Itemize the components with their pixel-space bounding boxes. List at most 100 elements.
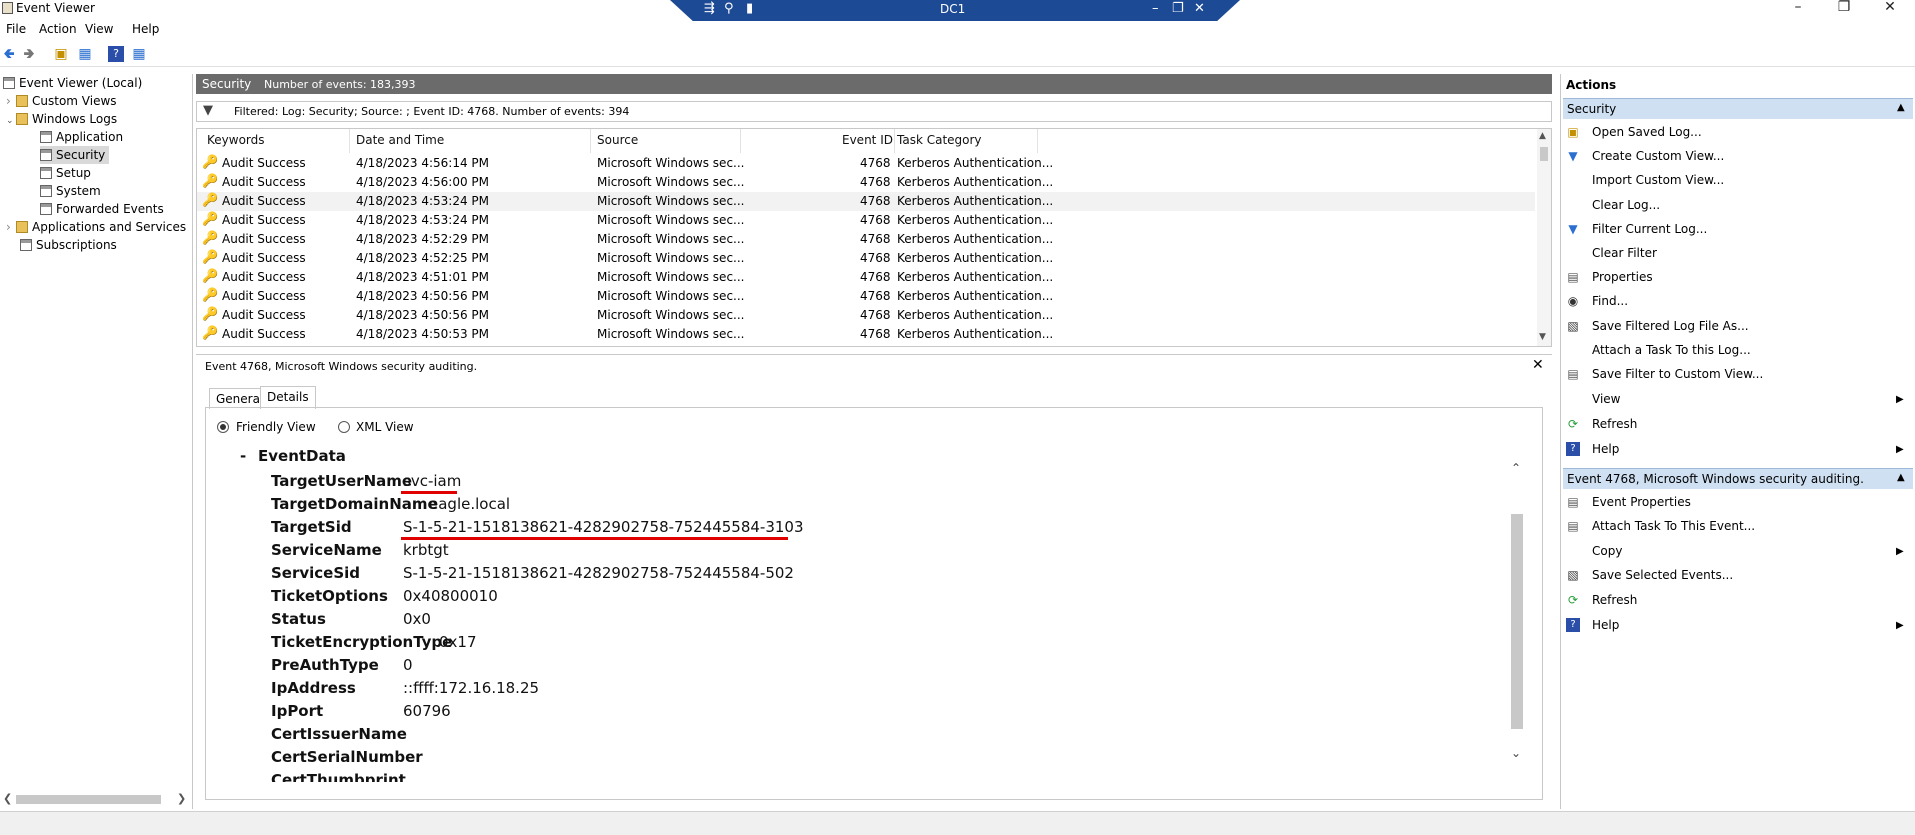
folder-icon (16, 95, 28, 107)
show-hide-tree-icon[interactable]: ▦ (77, 46, 93, 62)
scroll-down-icon[interactable]: ▼ (1539, 332, 1546, 342)
action-create-custom-view[interactable]: Create Custom View... (1592, 146, 1724, 166)
close-button[interactable]: ✕ (1867, 0, 1913, 16)
action-clear-filter[interactable]: Clear Filter (1592, 243, 1657, 263)
scroll-left-icon[interactable]: ❮ (3, 792, 12, 805)
lock-icon[interactable]: ⚲ (724, 1, 734, 16)
menu-view[interactable]: View (85, 22, 113, 36)
scrollbar-thumb[interactable] (1511, 514, 1523, 729)
tree-horizontal-scrollbar[interactable]: ❮ ❯ (0, 790, 190, 808)
table-row[interactable]: 🔑 Audit Success 4/18/2023 4:52:25 PM Mic… (197, 249, 1535, 268)
chevron-right-icon[interactable]: › (6, 218, 16, 236)
column-divider[interactable] (349, 129, 350, 153)
action-save-filtered-log-file-as[interactable]: Save Filtered Log File As... (1592, 316, 1749, 336)
action-refresh-event[interactable]: Refresh (1592, 590, 1637, 610)
help-icon[interactable]: ? (108, 46, 124, 62)
action-import-custom-view[interactable]: Import Custom View... (1592, 170, 1724, 190)
maximize-button[interactable]: ❐ (1821, 0, 1867, 16)
xml-view-radio[interactable] (338, 421, 350, 433)
tree-item-security[interactable]: Security (40, 146, 110, 164)
collapse-up-icon[interactable]: ▲ (1897, 102, 1905, 113)
action-open-saved-log[interactable]: Open Saved Log... (1592, 122, 1702, 142)
column-divider[interactable] (894, 129, 895, 153)
tree-item-custom-views[interactable]: › Custom Views (6, 92, 117, 110)
scroll-up-icon[interactable]: ▲ (1539, 131, 1546, 141)
action-attach-task-to-event[interactable]: Attach Task To This Event... (1592, 516, 1755, 536)
back-arrow-icon[interactable]: 🢀 (1, 46, 17, 62)
menu-action[interactable]: Action (39, 22, 77, 36)
tree-item-windows-logs[interactable]: ⌄ Windows Logs (6, 110, 117, 128)
column-header-keywords[interactable]: Keywords (207, 133, 265, 147)
actions-section-event[interactable]: Event 4768, Microsoft Windows security a… (1563, 468, 1913, 489)
action-attach-task-to-log[interactable]: Attach a Task To this Log... (1592, 340, 1751, 360)
menu-file[interactable]: File (6, 22, 26, 36)
log-name: Security (202, 77, 252, 91)
action-view[interactable]: View (1592, 389, 1620, 409)
table-row[interactable]: 🔑 Audit Success 4/18/2023 4:56:14 PM Mic… (197, 154, 1535, 173)
tree-item-subscriptions[interactable]: Subscriptions (20, 236, 117, 254)
scroll-up-icon[interactable]: ⌃ (1511, 461, 1521, 475)
xml-view-label[interactable]: XML View (356, 420, 414, 434)
toolbar (0, 44, 1915, 67)
action-event-properties[interactable]: Event Properties (1592, 492, 1691, 512)
column-divider[interactable] (1037, 129, 1038, 153)
table-row[interactable]: 🔑 Audit Success 4/18/2023 4:52:29 PM Mic… (197, 230, 1535, 249)
action-save-selected-events[interactable]: Save Selected Events... (1592, 565, 1733, 585)
table-row[interactable]: 🔑 Audit Success 4/18/2023 4:50:56 PM Mic… (197, 306, 1535, 325)
actions-section-security[interactable]: Security ▲ (1563, 98, 1913, 119)
tree-item-system[interactable]: System (40, 182, 101, 200)
scrollbar-thumb[interactable] (1540, 147, 1548, 161)
tree-item-setup[interactable]: Setup (40, 164, 91, 182)
action-find[interactable]: Find... (1592, 291, 1628, 311)
grid-vertical-scrollbar[interactable]: ▲ ▼ (1537, 129, 1551, 346)
action-help[interactable]: Help (1592, 439, 1619, 459)
friendly-view-radio[interactable] (217, 421, 229, 433)
action-help-event[interactable]: Help (1592, 615, 1619, 635)
menu-help[interactable]: Help (132, 22, 159, 36)
collapse-up-icon[interactable]: ▲ (1897, 472, 1905, 483)
tree-item-applications-and-services[interactable]: › Applications and Services Lo (6, 218, 190, 236)
action-properties[interactable]: Properties (1592, 267, 1653, 287)
scroll-down-icon[interactable]: ⌄ (1511, 746, 1521, 760)
field-value: 0 (403, 656, 413, 674)
table-row[interactable]: 🔑 Audit Success 4/18/2023 4:53:24 PM Mic… (197, 211, 1535, 230)
column-header-event-id[interactable]: Event ID (842, 133, 893, 147)
chevron-down-icon[interactable]: ⌄ (6, 112, 16, 130)
open-folder-icon[interactable]: ▣ (53, 46, 69, 62)
action-save-filter-to-custom-view[interactable]: Save Filter to Custom View... (1592, 364, 1763, 384)
action-copy[interactable]: Copy (1592, 541, 1622, 561)
rdp-minimize-icon[interactable]: – (1152, 1, 1159, 16)
rdp-close-icon[interactable]: ✕ (1194, 1, 1205, 16)
minimize-button[interactable]: – (1775, 0, 1821, 16)
collapse-toggle[interactable]: - (240, 447, 246, 465)
tree-item-event-viewer-local[interactable]: Event Viewer (Local) (3, 74, 142, 92)
action-refresh[interactable]: Refresh (1592, 414, 1637, 434)
column-divider[interactable] (740, 129, 741, 153)
table-row-selected[interactable]: 🔑 Audit Success 4/18/2023 4:53:24 PM Mic… (197, 192, 1535, 211)
table-row[interactable]: 🔑 Audit Success 4/18/2023 4:50:53 PM Mic… (197, 325, 1535, 344)
chevron-right-icon[interactable]: › (6, 92, 16, 110)
close-icon[interactable]: ✕ (1532, 357, 1544, 373)
show-hide-action-pane-icon[interactable]: ▦ (131, 46, 147, 62)
table-row[interactable]: 🔑 Audit Success 4/18/2023 4:50:56 PM Mic… (197, 287, 1535, 306)
action-filter-current-log[interactable]: Filter Current Log... (1592, 219, 1707, 239)
tree-item-application[interactable]: Application (40, 128, 123, 146)
tree-item-forwarded-events[interactable]: Forwarded Events (40, 200, 164, 218)
signal-icon[interactable]: ▮ (746, 1, 753, 16)
scroll-right-icon[interactable]: ❯ (177, 792, 186, 805)
table-row[interactable]: 🔑 Audit Success 4/18/2023 4:56:00 PM Mic… (197, 173, 1535, 192)
rdp-restore-icon[interactable]: ❐ (1172, 1, 1184, 16)
column-header-date-and-time[interactable]: Date and Time (356, 133, 444, 147)
column-divider[interactable] (590, 129, 591, 153)
friendly-view-label[interactable]: Friendly View (236, 420, 316, 434)
column-header-source[interactable]: Source (597, 133, 638, 147)
pin-icon[interactable]: ⇶ (704, 1, 715, 16)
action-clear-log[interactable]: Clear Log... (1592, 195, 1660, 215)
table-row[interactable]: 🔑 Audit Success 4/18/2023 4:51:01 PM Mic… (197, 268, 1535, 287)
refresh-icon: ⟳ (1567, 417, 1579, 431)
scrollbar-thumb[interactable] (16, 795, 161, 804)
forward-arrow-icon[interactable]: 🢂 (21, 46, 37, 62)
tab-details[interactable]: Details (260, 386, 316, 409)
detail-vertical-scrollbar[interactable]: ⌃ ⌄ (1509, 461, 1525, 776)
column-header-task-category[interactable]: Task Category (897, 133, 982, 147)
